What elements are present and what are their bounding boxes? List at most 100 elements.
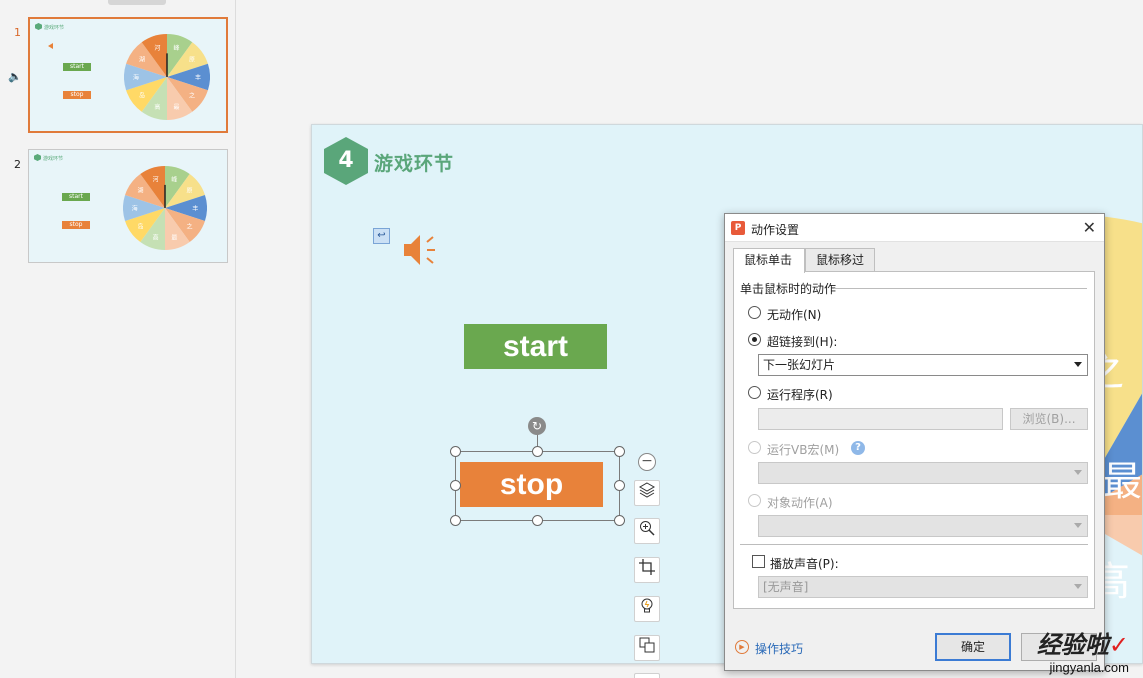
action-setting-icon[interactable]: ↩ [373,228,390,244]
macro-select [758,462,1088,484]
dialog-titlebar[interactable]: P 动作设置 ✕ [725,214,1104,242]
ok-button[interactable]: 确定 [935,633,1011,661]
sound-select: [无声音] [758,576,1088,598]
program-path-input [758,408,1003,430]
thumb-badge-icon [35,23,42,30]
app-logo-icon: P [731,221,745,235]
wheel-slice-label: 海 [132,205,138,213]
replace-image-icon[interactable] [634,635,660,661]
resize-handle-b[interactable] [532,515,543,526]
wheel-slice-label: 之 [186,222,192,230]
thumb-title: 游戏环节 [43,156,64,162]
thumb-stop-button: stop [63,91,91,99]
resize-handle-tl[interactable] [450,446,461,457]
label-no-action[interactable]: 无动作(N) [767,306,821,323]
wheel-slice-label: 丰 [192,205,198,213]
label-object-action: 对象动作(A) [767,496,833,510]
label-hyperlink[interactable]: 超链接到(H): [767,333,837,350]
wheel-slice-label: 丰 [195,74,201,82]
watermark-text: 经验啦 [1036,631,1109,659]
collapse-tools-button[interactable]: − [638,453,656,471]
thumb-start-button: start [62,193,90,201]
wheel-slice-label: 之 [189,92,195,100]
label-play-sound[interactable]: 播放声音(P): [770,555,839,572]
thumb-speaker-icon [48,43,53,49]
radio-run-macro [748,441,761,454]
thumbnail-number-1: 1 [14,26,21,39]
resize-handle-r[interactable] [614,480,625,491]
wheel-slice-label: 原 [186,188,192,195]
thumb-title: 游戏环节 [44,25,65,31]
group-divider [834,288,1087,289]
radio-object-action [748,494,761,507]
resize-handle-tr[interactable] [614,446,625,457]
label-run-macro: 运行VB宏(M) [767,443,840,457]
tab-panel-mouse-click: 单击鼠标时的动作 无动作(N) 超链接到(H): 下一张幻灯片 运行程序(R) … [733,271,1095,609]
resize-handle-bl[interactable] [450,515,461,526]
hyperlink-target-select[interactable]: 下一张幻灯片 [758,354,1088,376]
wheel-slice-label: 河 [154,44,160,52]
radio-no-action[interactable] [748,306,761,319]
help-icon[interactable]: ? [851,441,865,455]
wheel-slice-label: 原 [189,56,195,63]
smart-suggest-icon[interactable] [634,596,660,622]
section-number-badge: 4 [324,137,368,185]
tab-mouse-click[interactable]: 鼠标单击 [733,248,805,273]
slide-thumbnail-1[interactable]: 游戏环节 start stop 峰原丰之最 高 岛 海 湖 河 [28,17,228,133]
hyperlink-target-value: 下一张幻灯片 [763,358,836,372]
wheel-slice-label: 最 [174,104,180,111]
rotate-handle-icon[interactable]: ↻ [528,417,546,435]
zoom-in-icon[interactable] [634,518,660,544]
crop-icon[interactable] [634,557,660,583]
slide-thumbnail-panel: 1 🔈 游戏环节 start stop 峰原丰之最高岛海湖河 2 游戏环节 st… [0,0,236,678]
stop-button[interactable]: stop [460,462,603,507]
wheel-slice-label: 峰 [171,176,177,184]
slide-title[interactable]: 游戏环节 [374,149,454,176]
action-settings-dialog: P 动作设置 ✕ 鼠标单击 鼠标移过 单击鼠标时的动作 无动作(N) 超链接到(… [724,213,1105,671]
wheel-slice-label: 湖 [138,187,144,195]
tab-mouse-over[interactable]: 鼠标移过 [805,248,875,272]
tips-link[interactable]: ▶ 操作技巧 [735,640,803,657]
dialog-title: 动作设置 [751,223,800,237]
audio-indicator-icon: 🔈 [8,70,22,83]
layers-icon[interactable] [634,480,660,506]
wheel-slice-label: 湖 [139,55,145,63]
radio-hyperlink[interactable] [748,333,761,346]
chevron-down-icon [1074,584,1082,589]
wheel-slice-label: 最 [171,234,177,241]
sound-select-value: [无声音] [763,580,809,594]
chevron-down-icon [1074,470,1082,475]
label-run-program[interactable]: 运行程序(R) [767,386,833,403]
watermark: 经验啦✓ jingyanla.com [1037,625,1129,675]
browse-button: 浏览(B)... [1010,408,1088,430]
thumb-badge-icon [34,154,41,161]
wheel-slice-label: 高 [154,103,160,111]
thumb-start-button: start [63,63,91,71]
play-sound-checkbox[interactable] [752,555,765,568]
wheel-slice-label: 海 [133,74,139,82]
thumb-wheel-graphic: 峰原丰之最 高 岛 海 湖 河 [124,34,210,120]
close-icon[interactable]: ✕ [1083,218,1096,237]
wheel-slice-label: 岛 [138,222,144,230]
watermark-check: ✓ [1108,631,1129,659]
start-button[interactable]: start [464,324,607,369]
speaker-icon[interactable] [402,232,438,268]
object-action-select [758,515,1088,537]
resize-handle-l[interactable] [450,480,461,491]
watermark-url: jingyanla.com [1049,660,1130,675]
more-tools-button[interactable] [634,673,660,678]
resize-handle-t[interactable] [532,446,543,457]
resize-handle-br[interactable] [614,515,625,526]
wheel-slice-label: 高 [153,233,159,241]
chevron-down-icon [1074,523,1082,528]
wheel-slice-label: 岛 [139,92,145,100]
slide-thumbnail-2[interactable]: 游戏环节 start stop 峰原丰之最 高 岛 海 湖 河 [28,149,228,263]
play-icon: ▶ [735,640,749,654]
radio-run-program[interactable] [748,386,761,399]
thumbnail-number-2: 2 [14,158,21,171]
chevron-down-icon [1074,362,1082,367]
wheel-slice-label: 河 [153,176,159,184]
panel-scroll-indicator[interactable] [108,0,166,5]
tips-label[interactable]: 操作技巧 [755,642,803,656]
group-label: 单击鼠标时的动作 [740,282,837,296]
